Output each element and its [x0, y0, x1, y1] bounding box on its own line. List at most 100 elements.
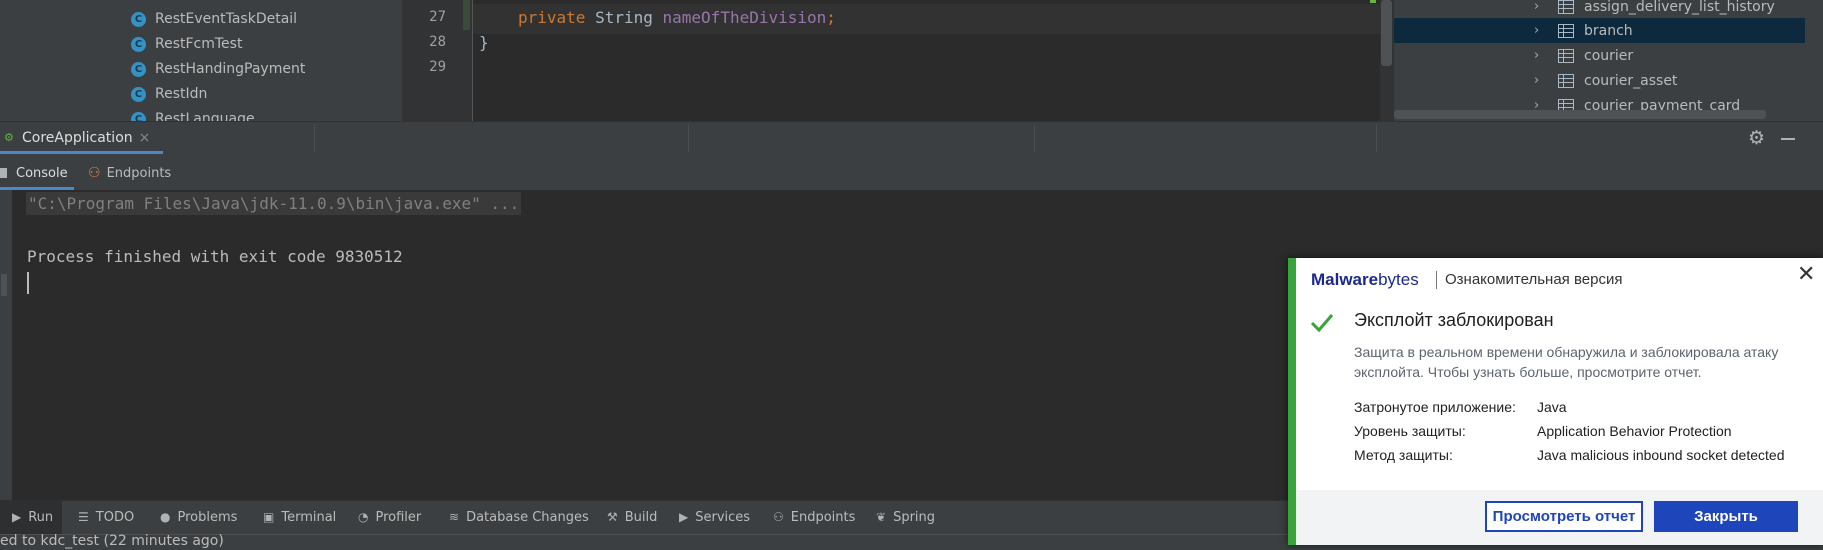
tool-services[interactable]: ▶ Services	[679, 500, 750, 534]
tree-item-label: RestLanguage	[155, 111, 255, 121]
code-field: nameOfTheDivision	[662, 8, 827, 27]
code-type: String	[595, 8, 653, 27]
tool-spring[interactable]: ❦ Spring	[876, 500, 935, 534]
scroll-to-end-icon[interactable]	[1, 274, 7, 296]
code-line-28[interactable]: }	[479, 33, 489, 52]
tree-item[interactable]: C RestHandingPayment	[131, 57, 305, 81]
check-icon	[1310, 314, 1334, 333]
detail-value: Java	[1537, 399, 1567, 415]
spring-icon: ❦	[876, 510, 887, 524]
notification-description: Защита в реальном времени обнаружила и з…	[1354, 344, 1779, 380]
header-divider	[1376, 124, 1377, 152]
console-toolbar	[0, 190, 12, 500]
db-table-item[interactable]: › assign_delivery_list_history	[1394, 0, 1805, 19]
chevron-right-icon[interactable]: ›	[1534, 48, 1546, 63]
tree-item-label: RestFcmTest	[155, 36, 243, 52]
class-icon: C	[131, 36, 146, 52]
db-table-item[interactable]: › courier_asset	[1394, 68, 1805, 93]
tool-terminal[interactable]: ▣ Terminal	[263, 500, 336, 534]
detail-label: Затронутое приложение:	[1354, 399, 1516, 415]
tree-item[interactable]: C RestLanguage	[131, 107, 255, 121]
logo-light: bytes	[1378, 270, 1419, 289]
database-panel: › assign_delivery_list_history › branch …	[1394, 0, 1823, 121]
notification-accent-bar	[1288, 258, 1296, 545]
tool-label: Database Changes	[466, 509, 589, 525]
tree-item[interactable]: C RestFcmTest	[131, 32, 242, 56]
db-table-label: courier_asset	[1584, 72, 1678, 89]
tool-problems[interactable]: ● Problems	[160, 500, 237, 534]
tree-item-label: RestEventTaskDetail	[155, 11, 298, 27]
editor-gutter: 27 28 29	[402, 0, 472, 121]
tool-endpoints[interactable]: ⚇ Endpoints	[773, 500, 855, 534]
run-config-tab[interactable]: ⚙ CoreApplication ×	[0, 121, 163, 155]
tab-endpoints-label: Endpoints	[106, 165, 172, 181]
console-tab-bar	[0, 156, 1823, 191]
tab-console-label: Console	[16, 165, 68, 181]
database-icon: ≋	[449, 510, 460, 524]
table-icon	[1558, 48, 1574, 63]
db-table-label: courier	[1584, 47, 1634, 64]
status-message: ed to kdc_test (22 minutes ago)	[0, 533, 224, 549]
header-divider	[688, 124, 689, 152]
db-table-label: branch	[1584, 22, 1633, 39]
tool-label: Terminal	[281, 509, 337, 525]
tool-label: Endpoints	[790, 509, 856, 525]
tool-database-changes[interactable]: ≋ Database Changes	[449, 500, 589, 534]
tool-run[interactable]: ▶ Run	[12, 500, 53, 534]
detail-value: Java malicious inbound socket detected	[1537, 447, 1785, 463]
code-keyword: private	[518, 8, 586, 27]
code-line-27[interactable]: private String nameOfTheDivision;	[518, 8, 836, 27]
list-icon: ☰	[78, 510, 89, 524]
detail-value: Application Behavior Protection	[1537, 423, 1732, 439]
view-report-button[interactable]: Просмотреть отчет	[1485, 501, 1643, 532]
tab-console[interactable]: Console	[0, 156, 68, 190]
line-number: 27	[429, 9, 446, 25]
edition-label: Ознакомительная версия	[1445, 271, 1623, 288]
chevron-right-icon[interactable]: ›	[1534, 23, 1546, 38]
endpoints-icon: ⚇	[773, 510, 784, 524]
project-tree-panel: C RestEventTaskDetail C RestFcmTest C Re…	[0, 0, 402, 121]
editor-scroll-thumb[interactable]	[1381, 0, 1392, 66]
close-button[interactable]: Закрыть	[1654, 501, 1798, 532]
console-command-line: "C:\Program Files\Java\jdk-11.0.9\bin\ja…	[26, 192, 522, 215]
tool-label: Spring	[893, 509, 936, 525]
tab-endpoints[interactable]: ⚇ Endpoints	[88, 156, 171, 190]
warning-icon: ●	[160, 510, 171, 524]
database-horizontal-scrollbar[interactable]	[1394, 110, 1766, 119]
close-tab-icon[interactable]: ×	[139, 130, 151, 146]
table-icon	[1558, 73, 1574, 88]
tool-todo[interactable]: ☰ TODO	[78, 500, 134, 534]
malwarebytes-logo: Malwarebytes	[1311, 270, 1419, 290]
tool-label: TODO	[95, 509, 135, 525]
db-table-item[interactable]: › courier	[1394, 43, 1805, 68]
tool-label: Build	[624, 509, 658, 525]
tree-item-label: RestIdn	[155, 86, 208, 102]
close-icon[interactable]: ✕	[1797, 262, 1815, 287]
logo-bold: Malware	[1311, 270, 1379, 289]
gear-icon[interactable]: ⚙	[1748, 127, 1765, 149]
run-window-header	[0, 121, 1823, 156]
db-table-item[interactable]: › branch	[1394, 18, 1805, 43]
console-caret	[27, 272, 29, 294]
console-exit-message: Process finished with exit code 9830512	[27, 247, 403, 266]
play-icon: ▶	[12, 510, 22, 524]
terminal-icon: ▣	[263, 510, 275, 524]
code-semicolon: ;	[826, 8, 836, 27]
logo-separator	[1436, 271, 1437, 289]
tree-item-label: RestHandingPayment	[155, 61, 306, 77]
tree-item[interactable]: C RestIdn	[131, 82, 207, 106]
tree-item[interactable]: C RestEventTaskDetail	[131, 7, 297, 31]
tool-profiler[interactable]: ◔ Profiler	[358, 500, 421, 534]
tool-label: Problems	[177, 509, 238, 525]
minimize-icon[interactable]	[1779, 127, 1797, 147]
detail-label: Уровень защиты:	[1354, 423, 1466, 439]
hammer-icon: ⚒	[607, 510, 618, 524]
tool-build[interactable]: ⚒ Build	[607, 500, 657, 534]
tool-label: Profiler	[375, 509, 422, 525]
endpoints-icon: ⚇	[88, 165, 101, 181]
notification-title: Эксплойт заблокирован	[1354, 310, 1554, 330]
services-icon: ▶	[679, 510, 689, 524]
chevron-right-icon[interactable]: ›	[1534, 73, 1546, 88]
line-number: 28	[429, 34, 446, 50]
chevron-right-icon[interactable]: ›	[1534, 0, 1546, 14]
